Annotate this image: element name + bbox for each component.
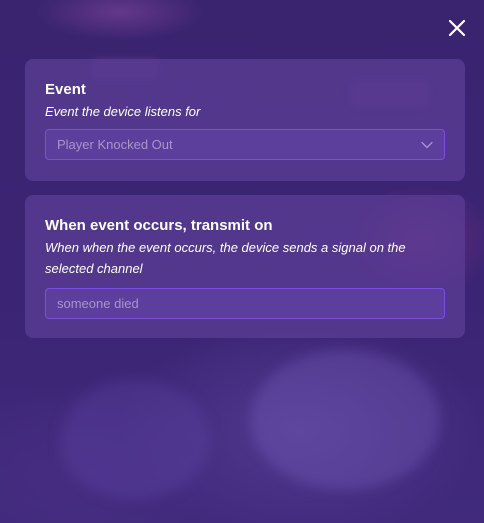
chevron-down-icon: [421, 141, 433, 148]
event-description: Event the device listens for: [45, 104, 201, 119]
transmit-description: When when the event occurs, the device s…: [45, 240, 406, 276]
transmit-title: When event occurs, transmit on: [45, 217, 273, 234]
channel-input[interactable]: someone died: [45, 288, 445, 319]
event-panel: Event Event the device listens for Playe…: [25, 59, 465, 181]
event-title: Event: [45, 81, 86, 98]
background-blur: [60, 380, 210, 500]
event-select[interactable]: Player Knocked Out: [45, 129, 445, 160]
background-blur: [250, 350, 440, 490]
close-icon: [448, 19, 466, 37]
transmit-panel: When event occurs, transmit on When when…: [25, 195, 465, 338]
close-button[interactable]: [444, 15, 470, 41]
channel-input-value: someone died: [57, 296, 139, 311]
event-select-value: Player Knocked Out: [57, 137, 173, 152]
